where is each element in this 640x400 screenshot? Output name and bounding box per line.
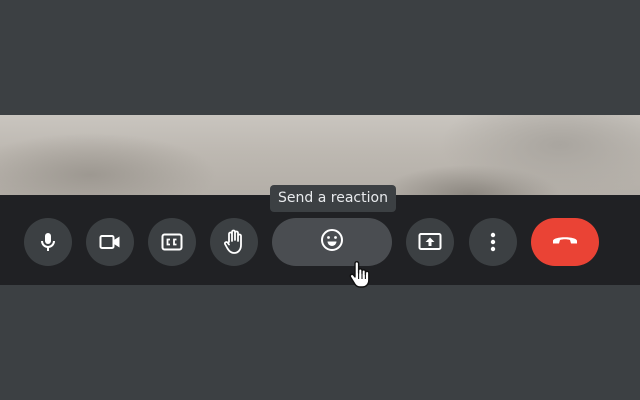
present-screen-button[interactable] (406, 218, 454, 266)
closed-captions-icon (161, 233, 183, 251)
more-options-button[interactable] (469, 218, 517, 266)
emoji-smile-icon (320, 228, 344, 257)
hand-pointer-cursor-icon (348, 261, 374, 294)
camera-button[interactable] (86, 218, 134, 266)
microphone-icon (38, 231, 58, 253)
microphone-button[interactable] (24, 218, 72, 266)
present-screen-icon (418, 232, 442, 252)
more-vertical-icon (490, 232, 496, 252)
meeting-screen: Send a reaction (0, 0, 640, 400)
captions-button[interactable] (148, 218, 196, 266)
raise-hand-icon (223, 229, 245, 255)
raise-hand-button[interactable] (210, 218, 258, 266)
video-camera-icon (99, 234, 121, 250)
end-call-button[interactable] (531, 218, 599, 266)
end-call-icon (551, 233, 579, 251)
send-reaction-button[interactable] (272, 218, 392, 266)
reaction-tooltip: Send a reaction (270, 185, 396, 212)
